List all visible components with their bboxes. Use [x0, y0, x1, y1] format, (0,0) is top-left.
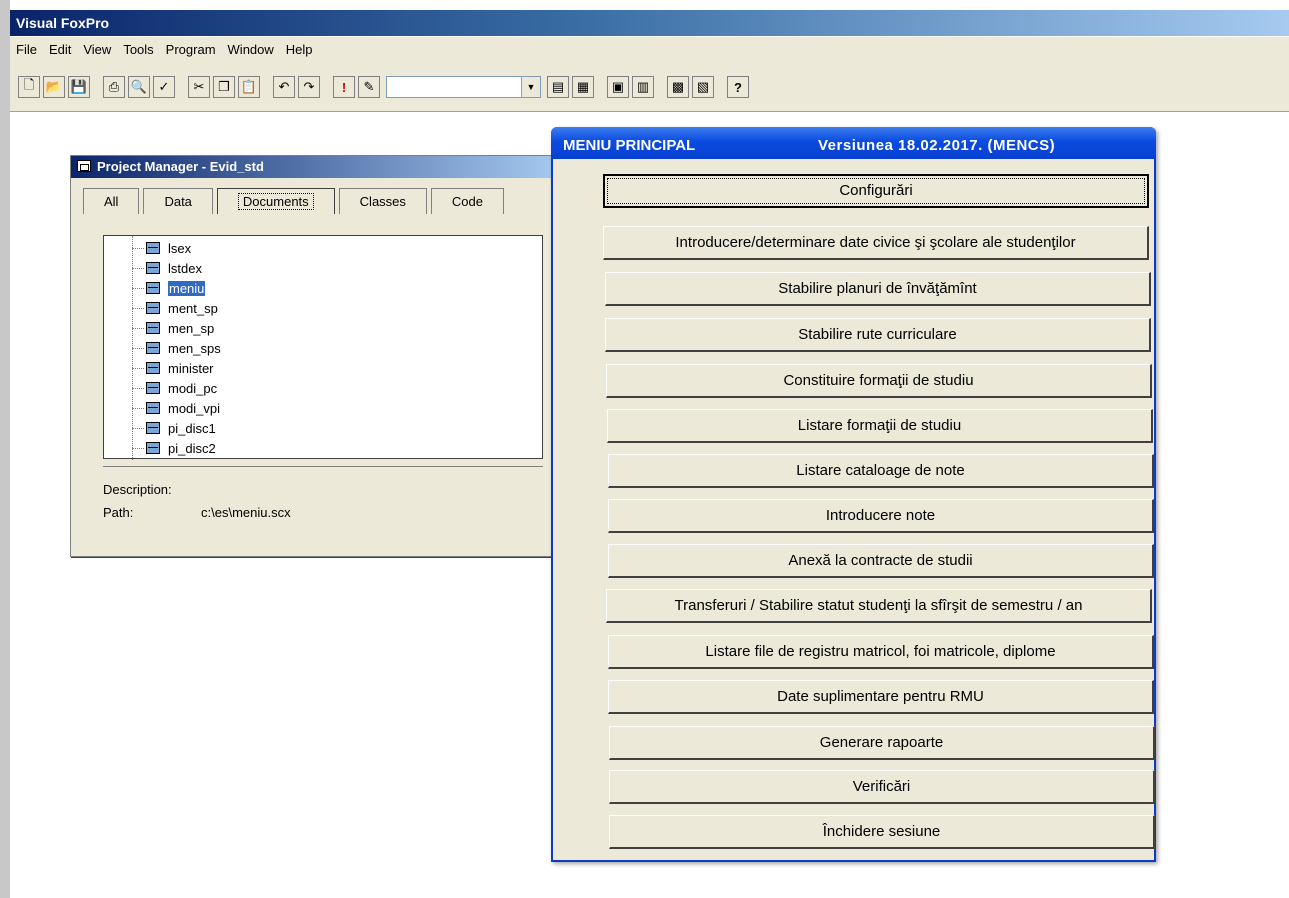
chevron-down-icon[interactable]: ▼	[521, 77, 540, 97]
database-combo[interactable]: ▼	[386, 76, 541, 98]
inchidere-sesiune-button[interactable]: Închidere sesiune	[609, 815, 1155, 849]
toolbar: 🗋 📂 💾 ⎙ 🔍 ✓ ✂ ❐ 📋 ↶ ↷ ! ✎ ▼ ▤ ▦ ▣ ▥ ▩ ▧ …	[10, 61, 1289, 112]
autoform-icon[interactable]: ▩	[667, 76, 689, 98]
planuri-invatamint-button[interactable]: Stabilire planuri de învăţămînt	[605, 272, 1151, 306]
constituire-formatii-button[interactable]: Constituire formaţii de studiu	[606, 364, 1152, 398]
list-item[interactable]: men_sps	[132, 338, 221, 358]
print-icon[interactable]: ⎙	[103, 76, 125, 98]
copy-icon[interactable]: ❐	[213, 76, 235, 98]
modify-form-icon[interactable]: ✎	[358, 76, 380, 98]
view-window-icon[interactable]: ▦	[572, 76, 594, 98]
list-item[interactable]: modi_pc	[132, 378, 217, 398]
main-menu-window: MENIU PRINCIPAL Versiunea 18.02.2017. (M…	[551, 127, 1156, 862]
listare-formatii-button[interactable]: Listare formaţii de studiu	[607, 409, 1153, 443]
tab-classes[interactable]: Classes	[338, 188, 427, 214]
run-icon[interactable]: !	[333, 76, 355, 98]
paste-icon[interactable]: 📋	[238, 76, 260, 98]
project-info-panel: Description: Path: c:\es\meniu.scx	[103, 466, 543, 547]
app-titlebar: Visual FoxPro	[10, 10, 1289, 36]
date-rmu-button[interactable]: Date suplimentare pentru RMU	[608, 680, 1154, 714]
form-icon	[146, 382, 160, 394]
tab-code[interactable]: Code	[430, 188, 504, 214]
rute-curriculare-button[interactable]: Stabilire rute curriculare	[605, 318, 1151, 352]
redo-icon[interactable]: ↷	[298, 76, 320, 98]
cut-icon[interactable]: ✂	[188, 76, 210, 98]
list-item[interactable]: ment_sp	[132, 298, 218, 318]
list-item[interactable]: men_sp	[132, 318, 214, 338]
form-icon	[146, 342, 160, 354]
list-item[interactable]: modi_vpi	[132, 398, 220, 418]
verificari-button[interactable]: Verificări	[609, 770, 1155, 804]
list-item-selected[interactable]: meniu	[132, 278, 206, 298]
form-icon	[146, 442, 160, 454]
list-item[interactable]: lstdex	[132, 258, 202, 278]
open-folder-icon[interactable]: 📂	[43, 76, 65, 98]
desktop-left-edge	[0, 0, 10, 898]
main-menu-version: Versiunea 18.02.2017. (MENCS)	[818, 137, 1056, 154]
menubar: File Edit View Tools Program Window Help	[10, 37, 1289, 61]
anexa-contracte-button[interactable]: Anexă la contracte de studii	[608, 544, 1154, 578]
form-icon	[146, 242, 160, 254]
project-manager-title: Project Manager - Evid_std	[97, 159, 264, 174]
description-label: Description:	[103, 482, 172, 497]
form-icon	[146, 422, 160, 434]
form-icon	[146, 362, 160, 374]
form-icon	[146, 322, 160, 334]
app-title: Visual FoxPro	[16, 15, 110, 31]
listare-cataloage-button[interactable]: Listare cataloage de note	[608, 454, 1154, 488]
project-manager-titlebar[interactable]: Project Manager - Evid_std	[71, 156, 561, 178]
undo-icon[interactable]: ↶	[273, 76, 295, 98]
generare-rapoarte-button[interactable]: Generare rapoarte	[609, 726, 1155, 760]
main-menu-titlebar[interactable]: MENIU PRINCIPAL Versiunea 18.02.2017. (M…	[551, 127, 1156, 159]
list-item[interactable]: minister	[132, 358, 214, 378]
project-manager-window: Project Manager - Evid_std All Data Docu…	[70, 155, 562, 557]
command-window-icon[interactable]: ▤	[547, 76, 569, 98]
introducere-note-button[interactable]: Introducere note	[608, 499, 1154, 533]
tab-data[interactable]: Data	[143, 188, 213, 214]
project-tree[interactable]: lsex lstdex meniu ment_sp men_sp men_sps…	[103, 235, 543, 460]
form-wizard-icon[interactable]: ▣	[607, 76, 629, 98]
menu-edit[interactable]: Edit	[43, 42, 77, 57]
save-icon[interactable]: 💾	[68, 76, 90, 98]
list-item[interactable]: pi_disc1	[132, 418, 216, 438]
spell-check-icon[interactable]: ✓	[153, 76, 175, 98]
list-item[interactable]: pi_disc2	[132, 438, 216, 458]
main-menu-title: MENIU PRINCIPAL	[563, 137, 696, 154]
tab-documents[interactable]: Documents	[216, 188, 335, 214]
window-icon	[77, 160, 91, 172]
report-wizard-icon[interactable]: ▥	[632, 76, 654, 98]
tab-all[interactable]: All	[83, 188, 140, 214]
form-icon	[146, 302, 160, 314]
print-preview-icon[interactable]: 🔍	[128, 76, 150, 98]
form-icon	[146, 262, 160, 274]
menu-program[interactable]: Program	[160, 42, 222, 57]
date-civice-button[interactable]: Introducere/determinare date civice şi ş…	[603, 226, 1149, 260]
autoreport-icon[interactable]: ▧	[692, 76, 714, 98]
project-manager-tabs: All Data Documents Classes Code	[83, 188, 508, 216]
menu-help[interactable]: Help	[280, 42, 319, 57]
help-icon[interactable]: ?	[727, 76, 749, 98]
list-item[interactable]: lsex	[132, 238, 191, 258]
form-icon	[146, 402, 160, 414]
form-icon	[146, 282, 160, 294]
configurari-button[interactable]: Configurări	[603, 174, 1149, 208]
path-label: Path:	[103, 505, 134, 520]
new-file-icon[interactable]: 🗋	[18, 76, 40, 98]
menu-view[interactable]: View	[77, 42, 117, 57]
listare-registru-button[interactable]: Listare file de registru matricol, foi m…	[608, 635, 1154, 669]
menu-file[interactable]: File	[10, 42, 43, 57]
menu-window[interactable]: Window	[222, 42, 280, 57]
path-value: c:\es\meniu.scx	[201, 505, 291, 520]
menu-tools[interactable]: Tools	[117, 42, 159, 57]
transferuri-button[interactable]: Transferuri / Stabilire statut studenţi …	[606, 589, 1152, 623]
